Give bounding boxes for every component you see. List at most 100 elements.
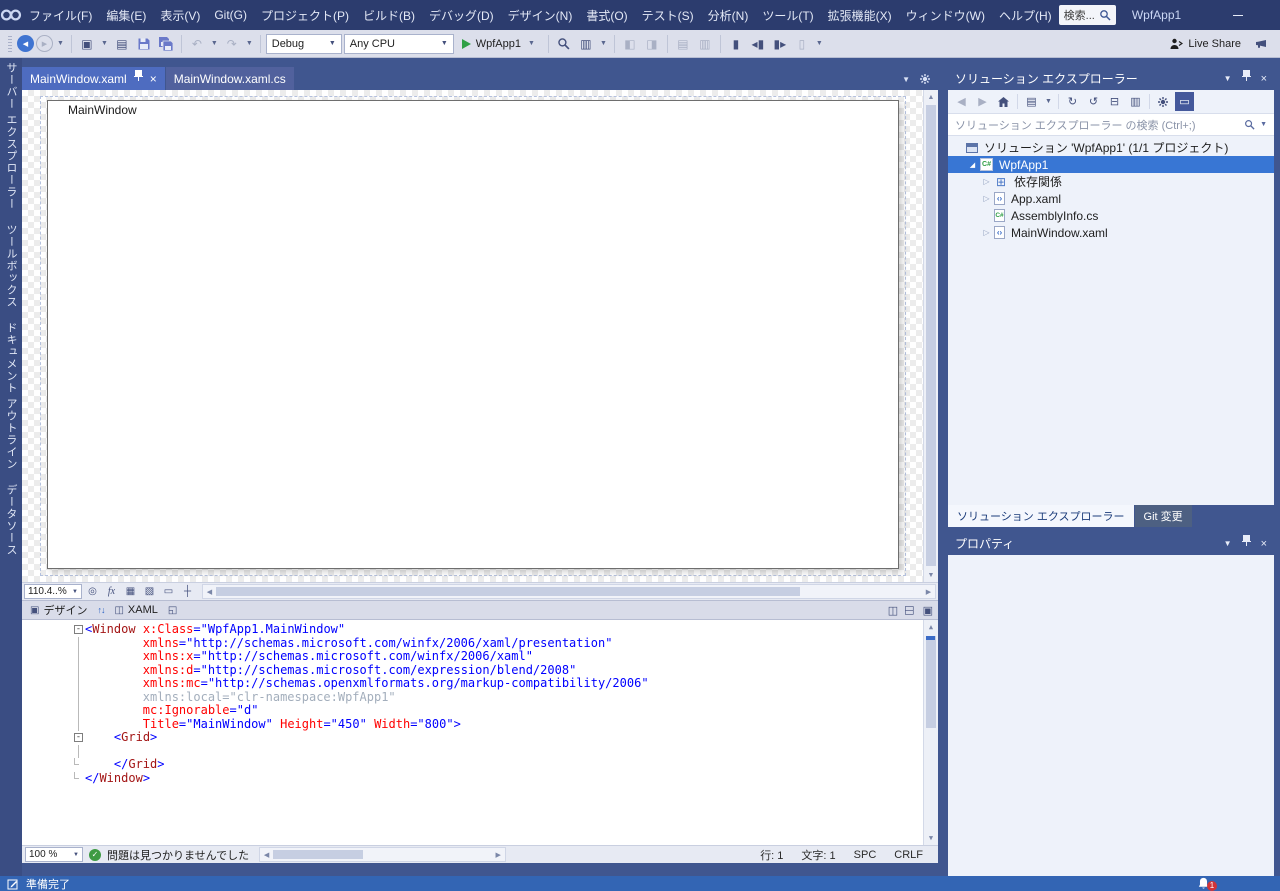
snap-to-grid-icon[interactable]: ▧ [141, 584, 158, 599]
pop-out-icon[interactable]: ◱ [168, 605, 177, 616]
toolbar-chevron-icon[interactable]: ▼ [600, 40, 607, 47]
chevron-down-icon[interactable]: ▼ [1224, 74, 1232, 83]
scroll-left-icon[interactable]: ◀ [204, 588, 215, 596]
preview-selected-items-icon[interactable]: ▭ [1174, 92, 1194, 111]
tree-item[interactable]: ◢ C# WpfApp1 [948, 156, 1274, 173]
zoom-fit-icon[interactable]: ◎ [84, 584, 101, 599]
open-file-icon[interactable]: ▤ [112, 34, 132, 54]
notification-bell[interactable]: 1 [1197, 876, 1217, 891]
menu-item[interactable]: ビルド(B) [356, 3, 422, 28]
expander-icon[interactable]: ▷ [980, 194, 993, 203]
navigation-history-chevron-icon[interactable]: ▼ [57, 40, 64, 47]
xaml-view-tab[interactable]: ◫ XAML [111, 601, 160, 619]
chevron-down-icon[interactable]: ▼ [1260, 121, 1267, 128]
expander-icon[interactable]: ▷ [980, 228, 993, 237]
collapse-all-icon[interactable]: ⊟ [1105, 92, 1124, 111]
navigate-forward-icon[interactable]: ▶ [36, 35, 53, 52]
close-tab-icon[interactable]: × [150, 73, 157, 85]
forward-icon[interactable]: ▶ [973, 92, 992, 111]
code-line[interactable]: - <Grid> [22, 730, 923, 745]
bookmark-next-icon[interactable]: ▮▸ [770, 34, 790, 54]
bookmark-clear-icon[interactable]: ▯ [792, 34, 812, 54]
search-box[interactable]: 検索... [1058, 5, 1116, 25]
vertical-split-icon[interactable]: ◫ [888, 604, 898, 617]
code-area[interactable]: - <Window x:Class="WpfApp1.MainWindow" xm… [22, 623, 923, 845]
menu-item[interactable]: 表示(V) [153, 3, 207, 28]
code-line[interactable]: </Window> [22, 771, 923, 786]
editor-vertical-scrollbar[interactable]: ▲ ▼ [923, 620, 938, 845]
panel-tab[interactable]: Git 変更 [1134, 505, 1192, 527]
panel-tab[interactable]: ソリューション エクスプローラー [948, 505, 1134, 527]
undo-icon[interactable]: ↶ [187, 34, 207, 54]
back-icon[interactable]: ◀ [952, 92, 971, 111]
scroll-thumb[interactable] [926, 105, 936, 566]
code-line[interactable]: xmlns:d="http://schemas.microsoft.com/ex… [22, 663, 923, 677]
designer-zoom-combo[interactable]: 110.4..% ▼ [24, 584, 82, 599]
feedback-icon[interactable] [1251, 34, 1271, 54]
code-line[interactable]: </Grid> [22, 757, 923, 772]
save-all-icon[interactable] [156, 34, 176, 54]
scroll-right-icon[interactable]: ▶ [493, 851, 504, 859]
scroll-right-icon[interactable]: ▶ [923, 588, 934, 596]
save-icon[interactable] [134, 34, 154, 54]
design-view-tab[interactable]: ▣ デザイン [27, 601, 90, 619]
navigate-back-icon[interactable]: ◀ [17, 35, 34, 52]
code-line[interactable]: xmlns:local="clr-namespace:WpfApp1" [22, 690, 923, 704]
expander-icon[interactable]: ◢ [966, 161, 979, 169]
minimize-button[interactable] [1215, 0, 1261, 30]
side-tab[interactable]: ツールボックス [3, 224, 19, 308]
design-surface[interactable]: MainWindow [22, 90, 923, 582]
fold-toggle-icon[interactable]: - [74, 625, 83, 634]
menu-item[interactable]: 分析(N) [701, 3, 756, 28]
tree-item[interactable]: ▷ ‹› MainWindow.xaml [948, 224, 1274, 241]
preview-icon[interactable]: ▥ [576, 34, 596, 54]
tree-item[interactable]: ソリューション 'WpfApp1' (1/1 プロジェクト) [948, 139, 1274, 156]
code-line[interactable]: mc:Ignorable="d" [22, 703, 923, 718]
effects-toggle-icon[interactable]: fx [103, 584, 120, 599]
horizontal-split-icon[interactable]: ◫ [904, 605, 917, 615]
pin-icon[interactable] [1241, 69, 1251, 81]
document-tab[interactable]: MainWindow.xaml.cs [165, 67, 294, 90]
indent-icon[interactable]: ◨ [642, 34, 662, 54]
close-icon[interactable]: × [1261, 538, 1267, 550]
close-icon[interactable]: × [1261, 73, 1267, 85]
sync-with-active-document-icon[interactable]: ↻ [1063, 92, 1082, 111]
pin-icon[interactable] [1241, 534, 1251, 546]
tree-item[interactable]: C# AssemblyInfo.cs [948, 207, 1274, 224]
undo-chevron-icon[interactable]: ▼ [211, 40, 218, 47]
redo-icon[interactable]: ↷ [222, 34, 242, 54]
menu-item[interactable]: デザイン(N) [501, 3, 580, 28]
code-line[interactable]: xmlns="http://schemas.microsoft.com/winf… [22, 636, 923, 650]
scroll-up-icon[interactable]: ▲ [924, 620, 938, 634]
code-line[interactable]: Title="MainWindow" Height="450" Width="8… [22, 717, 923, 731]
switch-views-icon[interactable]: ▤ [1022, 92, 1041, 111]
scroll-down-icon[interactable]: ▼ [924, 568, 938, 582]
home-icon[interactable] [994, 92, 1013, 111]
chevron-down-icon[interactable]: ▼ [1224, 539, 1232, 548]
bookmark-prev-icon[interactable]: ◂▮ [748, 34, 768, 54]
editor-zoom-combo[interactable]: 100 % ▼ [25, 847, 83, 862]
uncomment-icon[interactable]: ▥ [695, 34, 715, 54]
scroll-thumb[interactable] [926, 636, 936, 728]
tree-item[interactable]: ▷ ‹› App.xaml [948, 190, 1274, 207]
menu-item[interactable]: 編集(E) [99, 3, 153, 28]
side-tab[interactable]: データソース [3, 484, 19, 556]
scroll-up-icon[interactable]: ▲ [924, 90, 938, 104]
solution-configuration-combo[interactable]: Debug ▼ [265, 33, 342, 54]
solution-platform-combo[interactable]: Any CPU ▼ [343, 33, 454, 54]
designer-vertical-scrollbar[interactable]: ▲ ▼ [923, 90, 938, 582]
ruler-icon[interactable]: ▭ [160, 584, 177, 599]
menu-item[interactable]: ウィンドウ(W) [899, 3, 992, 28]
code-line[interactable] [22, 744, 923, 758]
bookmark-toggle-icon[interactable]: ▮ [726, 34, 746, 54]
show-grid-icon[interactable]: ▦ [122, 584, 139, 599]
document-tab[interactable]: MainWindow.xaml × [22, 67, 165, 90]
redo-chevron-icon[interactable]: ▼ [246, 40, 253, 47]
search-icon[interactable] [1244, 119, 1255, 130]
chevron-down-icon[interactable]: ▼ [1045, 98, 1052, 105]
toolbar-overflow-chevron-icon[interactable]: ▼ [816, 40, 823, 47]
new-item-chevron-icon[interactable]: ▼ [101, 40, 108, 47]
swap-panes-button[interactable]: ↑↓ [97, 605, 105, 615]
outdent-icon[interactable]: ◧ [620, 34, 640, 54]
scroll-thumb[interactable] [273, 850, 364, 859]
